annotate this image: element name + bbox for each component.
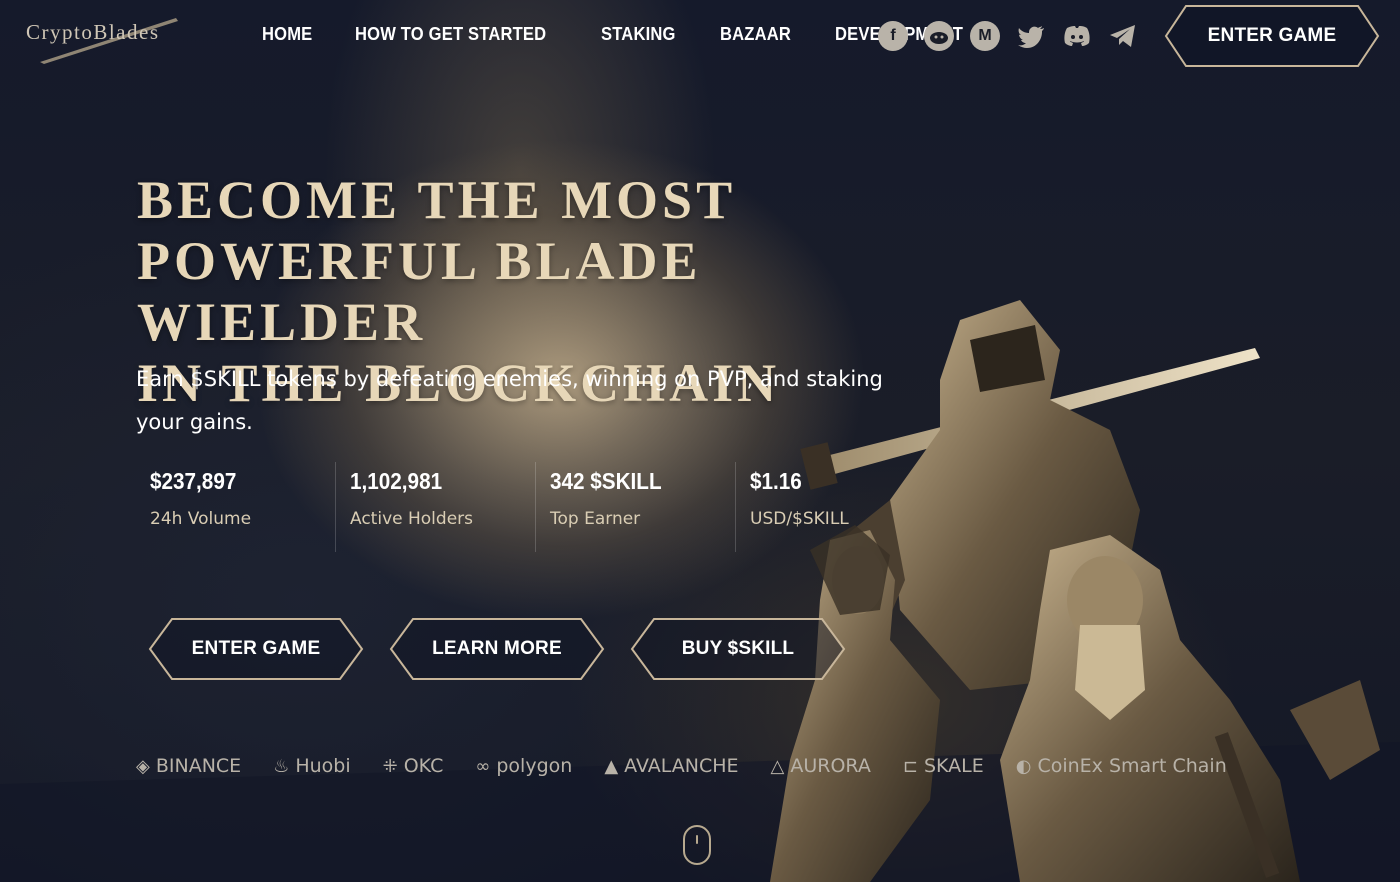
medium-icon[interactable]: M	[970, 21, 1000, 51]
stat-value: $237,897	[150, 468, 237, 494]
nav-home[interactable]: HOME	[262, 24, 312, 45]
partner-name: CoinEx Smart Chain	[1037, 755, 1227, 777]
headline-line-1: BECOME THE MOST	[137, 170, 737, 230]
partner-logos: ◈ BINANCE ♨ Huobi ⁜ OKC ∞ polygon ▲ AVALANCHE…	[136, 755, 1227, 777]
stat-label: 24h Volume	[150, 509, 252, 529]
hero-subtitle: Earn $SKILL tokens by defeating enemies,…	[136, 367, 883, 434]
skale-icon: ⊏	[902, 755, 918, 777]
partner-name: polygon	[496, 755, 573, 777]
aurora-logo: △ AURORA	[771, 755, 871, 777]
polygon-icon: ∞	[475, 755, 491, 777]
coinex-smart-chain-logo: ◐ CoinEx Smart Chain	[1016, 755, 1227, 777]
stat-value: 342 $SKILL	[550, 468, 662, 494]
hero-enter-game-button[interactable]: ENTER GAME	[148, 617, 364, 681]
stat-24h-volume: $237,897 24h Volume	[150, 462, 335, 552]
stat-active-holders: 1,102,981 Active Holders	[335, 462, 535, 552]
facebook-icon[interactable]: f	[878, 21, 908, 51]
partner-name: AVALANCHE	[624, 755, 739, 777]
cryptoblades-logo[interactable]: CryptoBlades	[26, 12, 216, 64]
coinex-icon: ◐	[1015, 755, 1032, 777]
polygon-logo: ∞ polygon	[475, 755, 572, 777]
avalanche-logo: ▲ AVALANCHE	[604, 755, 738, 777]
header-enter-game-label: ENTER GAME	[1207, 25, 1337, 46]
learn-more-label: LEARN MORE	[432, 638, 562, 659]
token-stats: $237,897 24h Volume 1,102,981 Active Hol…	[150, 462, 935, 552]
huobi-icon: ♨	[273, 755, 290, 777]
skale-logo: ⊏ SKALE	[903, 755, 984, 777]
stat-top-earner: 342 $SKILL Top Earner	[535, 462, 735, 552]
okc-logo: ⁜ OKC	[383, 755, 444, 777]
stat-value: 1,102,981	[350, 468, 443, 494]
headline-line-2: POWERFUL BLADE WIELDER	[137, 231, 702, 352]
enter-game-label: ENTER GAME	[191, 638, 321, 659]
stat-value: $1.16	[750, 468, 802, 494]
partner-name: Huobi	[295, 755, 351, 777]
social-links: f M	[878, 21, 1138, 51]
scroll-down-mouse-icon[interactable]	[683, 825, 711, 865]
stat-label: Top Earner	[550, 509, 641, 529]
logo-text: CryptoBlades	[26, 20, 160, 44]
avalanche-icon: ▲	[604, 755, 619, 777]
partner-name: OKC	[403, 755, 444, 777]
learn-more-button[interactable]: LEARN MORE	[389, 617, 605, 681]
stat-label: Active Holders	[350, 509, 473, 529]
aurora-icon: △	[770, 755, 785, 777]
nav-staking[interactable]: STAKING	[601, 24, 676, 45]
buy-skill-label: BUY $SKILL	[681, 638, 795, 659]
partner-name: BINANCE	[155, 755, 242, 777]
twitter-icon[interactable]	[1016, 21, 1046, 51]
binance-logo: ◈ BINANCE	[136, 755, 241, 777]
stat-usd-per-skill: $1.16 USD/$SKILL	[735, 462, 935, 552]
huobi-logo: ♨ Huobi	[273, 755, 350, 777]
reddit-icon[interactable]	[924, 21, 954, 51]
discord-icon[interactable]	[1062, 21, 1092, 51]
partner-name: AURORA	[790, 755, 871, 777]
main-nav: HOME HOW TO GET STARTED STAKING BAZAAR D…	[262, 24, 974, 45]
telegram-icon[interactable]	[1108, 21, 1138, 51]
nav-how-to-get-started[interactable]: HOW TO GET STARTED	[355, 24, 546, 45]
nav-bazaar[interactable]: BAZAAR	[720, 24, 791, 45]
okc-icon: ⁜	[382, 755, 398, 777]
buy-skill-button[interactable]: BUY $SKILL	[630, 617, 846, 681]
binance-icon: ◈	[136, 755, 150, 777]
header-enter-game-button[interactable]: ENTER GAME	[1164, 4, 1380, 68]
partner-name: SKALE	[923, 755, 984, 777]
stat-label: USD/$SKILL	[750, 509, 849, 529]
